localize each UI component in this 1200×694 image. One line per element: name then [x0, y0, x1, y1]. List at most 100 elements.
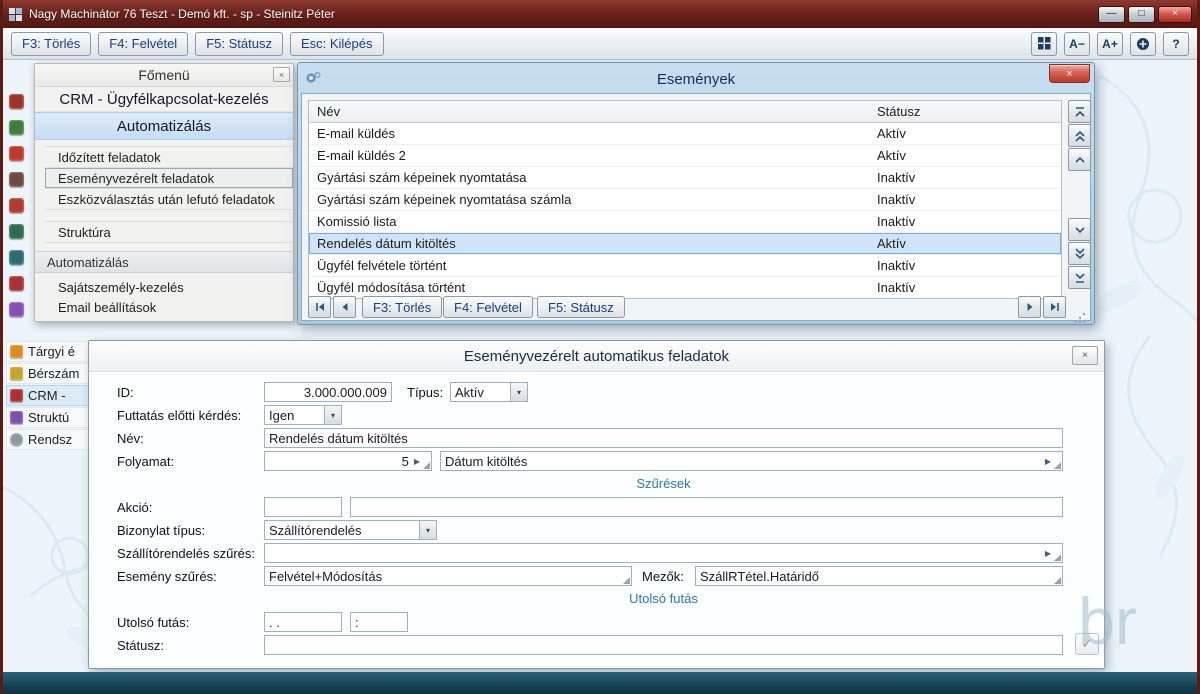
first-record-button[interactable] [308, 296, 331, 318]
next-record-button[interactable] [1018, 296, 1041, 318]
menu-item-blank [45, 210, 293, 222]
table-row[interactable]: Ügyfél felvétele történt Inaktív [309, 255, 1061, 277]
chevron-down-icon[interactable]: ▾ [324, 406, 341, 424]
font-decrease-button[interactable]: A− [1064, 32, 1090, 56]
process-number-field[interactable]: 5 ▶ [264, 451, 432, 471]
module-strip-icon[interactable] [9, 302, 24, 317]
group-header-automatizalas[interactable]: Automatizálás [35, 112, 293, 140]
table-row[interactable]: Gyártási szám képeinek nyomtatása számla… [309, 189, 1061, 211]
maximize-button[interactable]: □ [1128, 6, 1155, 23]
process-name-field[interactable]: Dátum kitöltés ▶ [440, 451, 1063, 471]
action-field-2[interactable] [350, 497, 1063, 517]
last-page-icon [1049, 301, 1061, 313]
panel-title-bar: Főmenü × [35, 64, 293, 87]
font-increase-button[interactable]: A+ [1097, 32, 1123, 56]
dialog-status-button[interactable]: F5: Státusz [537, 296, 625, 318]
picker-arrow-icon[interactable]: ▶ [1045, 549, 1051, 558]
fields-field[interactable]: SzállRTétel.Határidő [695, 566, 1063, 586]
field-grip[interactable] [623, 577, 630, 584]
chevron-left-icon [339, 301, 351, 313]
dialog-delete-button[interactable]: F3: Törlés [362, 296, 442, 318]
menu-item-idozitett[interactable]: Időzített feladatok [45, 147, 293, 168]
chevron-down-icon[interactable]: ▾ [510, 383, 527, 401]
resize-grip[interactable] [1083, 313, 1085, 315]
dialog-add-button[interactable]: F4: Felvétel [443, 296, 533, 318]
order-filter-field[interactable]: ▶ [264, 543, 1063, 563]
module-strip-icon[interactable] [9, 146, 24, 161]
last-run-date-field[interactable]: . . [264, 612, 342, 632]
table-row[interactable]: Komissió lista Inaktív [309, 211, 1061, 233]
app-window: Nagy Machinátor 76 Teszt - Demó kft. - s… [0, 0, 1200, 694]
scroll-up-button[interactable] [1068, 148, 1091, 171]
column-header-name[interactable]: Név [309, 104, 877, 119]
module-header[interactable]: CRM - Ügyfélkapcsolat-kezelés [35, 87, 293, 112]
close-button[interactable]: × [1158, 6, 1192, 23]
globe-plus-button[interactable] [1130, 32, 1156, 56]
chevron-up-bar-icon [1073, 105, 1087, 119]
task-dialog-close-button[interactable]: × [1072, 346, 1098, 365]
scroll-down-button[interactable] [1068, 218, 1091, 241]
minimize-button[interactable]: — [1098, 6, 1125, 23]
status-button[interactable]: F5: Státusz [195, 32, 283, 56]
page-up-button[interactable] [1068, 124, 1091, 147]
type-select[interactable]: Aktív ▾ [450, 382, 528, 402]
table-row[interactable]: Gyártási szám képeinek nyomtatása Inaktí… [309, 167, 1061, 189]
id-field[interactable]: 3.000.000.009 [264, 382, 392, 402]
delete-button[interactable]: F3: Törlés [11, 32, 91, 56]
field-grip[interactable] [1054, 462, 1061, 469]
field-grip[interactable] [1054, 554, 1061, 561]
add-button[interactable]: F4: Felvétel [98, 32, 188, 56]
window-title: Nagy Machinátor 76 Teszt - Demó kft. - s… [29, 7, 335, 21]
exit-button[interactable]: Esc: Kilépés [290, 32, 384, 56]
module-strip-icon[interactable] [9, 224, 24, 239]
name-field[interactable]: Rendelés dátum kitöltés [264, 428, 1063, 448]
chevron-down-icon[interactable]: ▾ [419, 521, 436, 539]
process-label: Folyamat: [117, 451, 174, 471]
row-name: E-mail küldés [309, 126, 877, 141]
double-chevron-up-icon [1073, 129, 1087, 143]
menu-item-email[interactable]: Email beállítások [45, 297, 293, 317]
help-button[interactable]: ? [1163, 32, 1189, 56]
doc-type-select[interactable]: Szállítórendelés ▾ [264, 520, 437, 540]
module-strip-icon[interactable] [9, 250, 24, 265]
action-field-1[interactable] [264, 497, 342, 517]
scroll-to-top-button[interactable] [1068, 100, 1091, 123]
ask-select[interactable]: Igen ▾ [264, 405, 342, 425]
last-run-date-value: . . [269, 615, 280, 630]
layout-grid-button[interactable] [1031, 32, 1057, 56]
menu-section-automatizalas[interactable]: Automatizálás [35, 251, 293, 273]
menu-item-eszkozvalasztas[interactable]: Eszközválasztás után lefutó feladatok [45, 189, 293, 210]
field-grip[interactable] [1054, 577, 1061, 584]
toolbar: F3: Törlés F4: Felvétel F5: Státusz Esc:… [3, 28, 1197, 60]
table-row[interactable]: E-mail küldés 2 Aktív [309, 145, 1061, 167]
module-strip-icon[interactable] [9, 172, 24, 187]
last-run-time-field[interactable]: : [350, 612, 408, 632]
last-record-button[interactable] [1043, 296, 1066, 318]
column-header-status[interactable]: Státusz [877, 104, 920, 119]
menu-item-esemenyvezerelt[interactable]: Eseményvezérelt feladatok [45, 168, 293, 189]
main-menu-panel: Főmenü × CRM - Ügyfélkapcsolat-kezelés A… [34, 63, 294, 322]
row-status: Inaktív [877, 214, 915, 229]
menu-item-sajatszemely[interactable]: Sajátszemély-kezelés [45, 277, 293, 297]
picker-arrow-icon[interactable]: ▶ [1045, 457, 1051, 466]
table-row[interactable]: E-mail küldés Aktív [309, 123, 1061, 145]
status-label: Státusz: [117, 635, 164, 655]
event-filter-field[interactable]: Felvétel+Módosítás [264, 566, 632, 586]
page-down-button[interactable] [1068, 242, 1091, 265]
status-field[interactable] [264, 635, 1063, 655]
module-strip-icon[interactable] [9, 120, 24, 135]
menu-item-struktura[interactable]: Struktúra [45, 222, 293, 243]
module-strip-icon[interactable] [9, 276, 24, 291]
picker-arrow-icon[interactable]: ▶ [414, 457, 420, 466]
module-strip-icon[interactable] [9, 94, 24, 109]
previous-record-button[interactable] [333, 296, 356, 318]
table-row[interactable]: Ügyfél módosítása történt Inaktív [309, 277, 1061, 298]
background-watermark: br [1078, 583, 1137, 659]
ask-value: Igen [269, 408, 294, 423]
scroll-to-bottom-button[interactable] [1068, 266, 1091, 289]
panel-close-button[interactable]: × [273, 67, 290, 82]
module-strip-icon[interactable] [9, 198, 24, 213]
field-grip[interactable] [423, 462, 430, 469]
table-row-selected[interactable]: Rendelés dátum kitöltés Aktív [309, 233, 1061, 255]
events-dialog-close-button[interactable]: × [1049, 64, 1090, 83]
